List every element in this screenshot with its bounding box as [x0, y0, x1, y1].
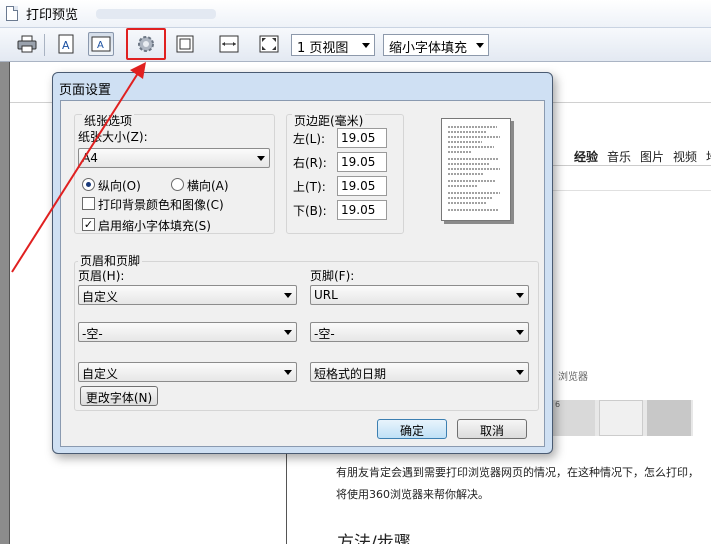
annotation-arrow: [11, 62, 146, 273]
